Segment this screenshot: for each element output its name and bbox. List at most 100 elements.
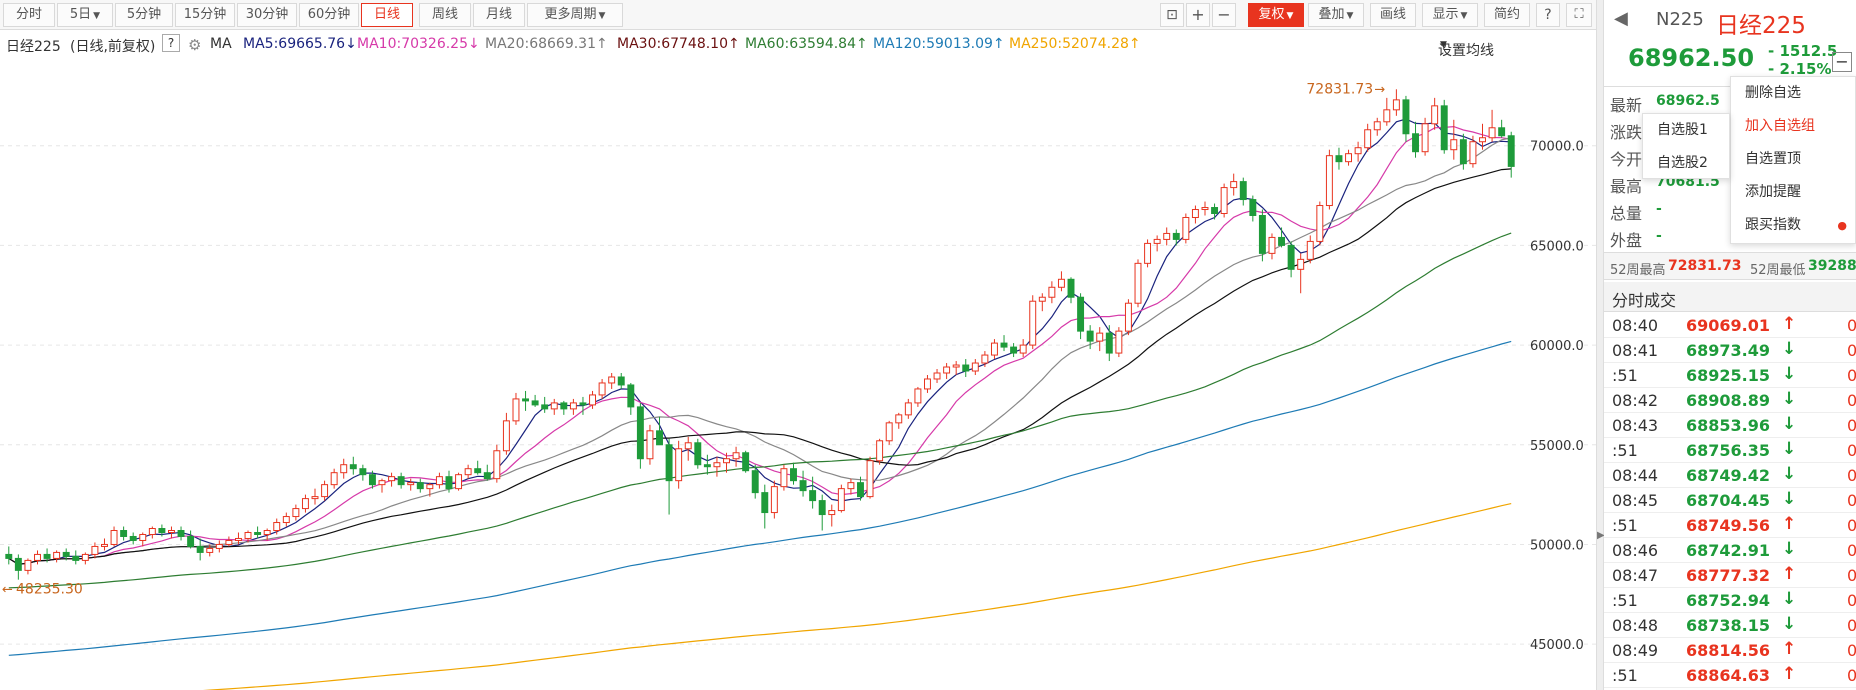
candle-up (139, 533, 147, 541)
zoom-in-icon[interactable]: + (1186, 3, 1210, 27)
arrow-down-icon: ↓ (1782, 414, 1797, 434)
trade-price: 68742.91 (1686, 541, 1771, 560)
candle-up (1392, 99, 1400, 111)
low-annotation: 48235.30 (16, 582, 83, 598)
tab-30min[interactable]: 30分钟 (237, 3, 297, 27)
ma-value: MA120:59013.09 (873, 36, 993, 52)
candle-up (110, 530, 118, 545)
menu-item-track-index[interactable]: 跟买指数 ● (1731, 209, 1855, 242)
candle-down (158, 528, 166, 533)
menu-item-label: 跟买指数 (1745, 217, 1801, 233)
candle-down (531, 400, 539, 406)
draw-line-button[interactable]: 画线 (1370, 3, 1416, 27)
candle-down (1507, 135, 1515, 167)
tab-daily[interactable]: 日线 (361, 3, 413, 27)
submenu-item-group1[interactable]: 自选股1 (1643, 114, 1729, 147)
tab-weekly[interactable]: 周线 (419, 3, 471, 27)
candle-up (53, 551, 61, 559)
candle-down (129, 535, 137, 541)
candle-down (445, 476, 453, 490)
trade-extra: 0 (1847, 316, 1856, 335)
week52-high-label: 52周最高 (1610, 263, 1666, 278)
ma-value: MA250:52074.28 (1009, 36, 1129, 52)
overlay-dropdown[interactable]: 叠加 ▼ (1308, 3, 1364, 27)
trend-arrow-icon: ↑ (1128, 36, 1141, 52)
trade-row: :51 68925.15 ↓ 0 (1604, 363, 1856, 388)
week52-high-value: 72831.73 (1668, 258, 1742, 274)
candle-down (483, 472, 491, 480)
trade-extra: 0 (1847, 541, 1856, 560)
trade-time: 08:43 (1612, 416, 1659, 435)
trade-extra: 0 (1847, 441, 1856, 460)
gear-icon[interactable]: ⚙ (188, 36, 201, 54)
y-tick-label: 55000.0 (1530, 439, 1584, 454)
candle-up (407, 482, 415, 486)
minus-icon[interactable]: − (1832, 52, 1852, 72)
candle-down (1000, 342, 1008, 348)
help-icon[interactable]: ? (162, 34, 180, 52)
candle-up (1297, 258, 1305, 270)
simple-mode-button[interactable]: 简约 (1484, 3, 1530, 27)
chevron-down-icon: ▼ (93, 11, 101, 21)
panel-splitter[interactable]: ▶ (1596, 0, 1605, 690)
trade-time: 08:40 (1612, 316, 1659, 335)
ma-value: MA20:68669.31 (485, 36, 596, 52)
ma-item: MA20:68669.31↑ (485, 36, 608, 52)
candle-up (569, 402, 577, 410)
trade-time: 08:48 (1612, 616, 1659, 635)
candle-down (177, 530, 185, 537)
candle-up (866, 460, 874, 498)
lock-icon[interactable]: ⊡ (1160, 3, 1184, 27)
trade-extra: 0 (1847, 341, 1856, 360)
candle-up (435, 476, 443, 486)
tab-intraday[interactable]: 分时 (3, 3, 55, 27)
trend-arrow-icon: ↓ (345, 36, 357, 52)
menu-item-remove-watchlist[interactable]: 删除自选 (1731, 77, 1855, 110)
submenu-item-group2[interactable]: 自选股2 (1643, 147, 1729, 180)
tab-15min[interactable]: 15分钟 (175, 3, 235, 27)
trade-row: 08:44 68749.42 ↓ 0 (1604, 463, 1856, 488)
tab-5min[interactable]: 5分钟 (115, 3, 173, 27)
candle-up (684, 442, 692, 450)
menu-item-pin-watchlist[interactable]: 自选置顶 (1731, 143, 1855, 176)
tab-60min[interactable]: 60分钟 (299, 3, 359, 27)
candle-up (1364, 129, 1372, 149)
restore-dropdown[interactable]: 复权 ▼ (1248, 3, 1304, 27)
back-arrow-icon[interactable]: ◀ (1614, 8, 1628, 29)
trade-extra: 0 (1847, 391, 1856, 410)
chevron-down-icon: ▼ (1440, 40, 1447, 50)
quote-field-label: 最新 (1610, 96, 1643, 115)
candlestick-chart[interactable]: 70000.0 65000.0 60000.0 55000.0 50000.0 45000… (0, 56, 1596, 690)
trade-row: 08:48 68738.15 ↓ 0 (1604, 613, 1856, 638)
candle-up (847, 482, 855, 490)
tab-5day[interactable]: 5日 ▼ (57, 3, 113, 27)
candle-down (72, 555, 80, 561)
trade-extra: 0 (1847, 516, 1856, 535)
candle-down (416, 482, 424, 490)
arrow-down-icon: ↓ (1782, 364, 1797, 384)
trade-price: 68749.56 (1686, 516, 1771, 535)
display-dropdown[interactable]: 显示 ▼ (1422, 3, 1478, 27)
fullscreen-icon[interactable]: ⛶ (1566, 3, 1592, 27)
menu-item-add-watch-group[interactable]: 加入自选组 (1731, 110, 1855, 143)
candle-up (1038, 296, 1046, 302)
candle-up (455, 474, 463, 490)
candle-up (263, 530, 271, 535)
tab-monthly[interactable]: 月线 (473, 3, 525, 27)
menu-item-add-alert[interactable]: 添加提醒 (1731, 176, 1855, 209)
trade-row: :51 68864.63 ↑ 0 (1604, 663, 1856, 688)
ma-item: MA30:67748.10↑ (617, 36, 740, 52)
zoom-out-icon[interactable]: − (1212, 3, 1236, 27)
candle-down (196, 545, 204, 553)
candle-up (885, 422, 893, 442)
week52-low-value: 39288.9 (1808, 258, 1856, 274)
candle-down (397, 476, 405, 486)
candle-up (952, 364, 960, 368)
y-tick-label: 50000.0 (1530, 538, 1584, 553)
arrow-up-icon: ↑ (1782, 314, 1797, 334)
more-periods-dropdown[interactable]: 更多周期 ▼ (527, 3, 623, 27)
candle-down (120, 530, 128, 537)
help-icon[interactable]: ? (1536, 3, 1560, 27)
candle-up (311, 496, 319, 500)
trade-price: 69069.01 (1686, 316, 1771, 335)
